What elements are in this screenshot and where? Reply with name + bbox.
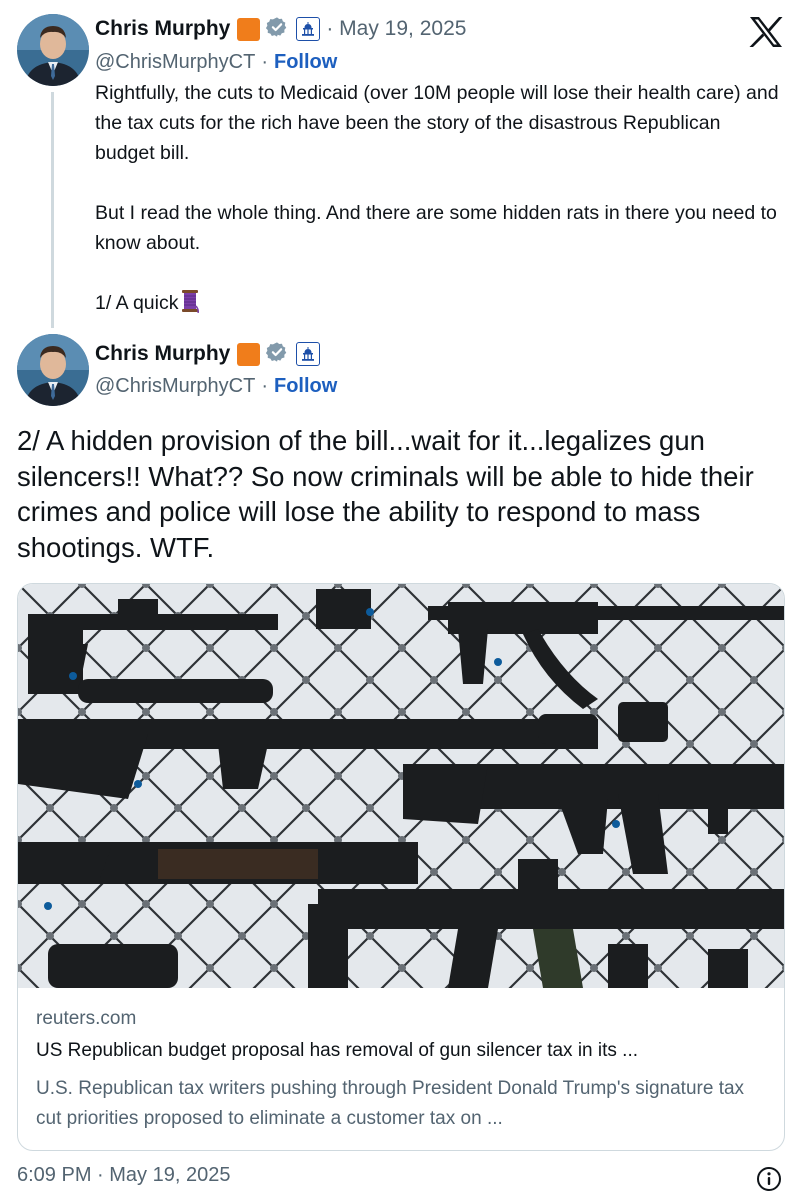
tweet-paragraph: Rightfully, the cuts to Medicaid (over 1… xyxy=(95,82,779,164)
info-icon[interactable] xyxy=(756,1166,782,1192)
capitol-icon xyxy=(296,17,321,41)
post-timestamp[interactable]: 6:09 PM · May 19, 2025 xyxy=(17,1164,230,1187)
affiliation-badge-icon xyxy=(237,17,261,41)
tweet-paragraph-text: 1/ A quick xyxy=(95,292,179,314)
avatar[interactable] xyxy=(17,334,89,406)
verified-badge-icon xyxy=(266,16,288,43)
tweet-text: 2/ A hidden provision of the bill...wait… xyxy=(17,425,754,563)
follow-button[interactable]: Follow xyxy=(274,375,337,398)
tweet-text: Rightfully, the cuts to Medicaid (over 1… xyxy=(95,78,785,318)
avatar[interactable] xyxy=(17,14,89,86)
author-handle[interactable]: @ChrisMurphyCT xyxy=(95,375,255,398)
follow-button[interactable]: Follow xyxy=(274,51,337,74)
author-handle[interactable]: @ChrisMurphyCT xyxy=(95,51,255,74)
author-name[interactable]: Chris Murphy xyxy=(95,17,230,41)
verified-badge-icon xyxy=(266,341,288,368)
capitol-icon xyxy=(296,342,321,366)
author-name[interactable]: Chris Murphy xyxy=(95,342,230,366)
thread-connector-line xyxy=(51,92,54,328)
x-logo-icon[interactable] xyxy=(748,16,784,48)
article-image[interactable] xyxy=(18,584,785,988)
tweet-paragraph: But I read the whole thing. And there ar… xyxy=(95,202,777,254)
card-domain[interactable]: reuters.com xyxy=(36,1008,766,1036)
thread-spool-icon xyxy=(180,289,200,314)
separator: · xyxy=(261,50,268,73)
post-date[interactable]: · May 19, 2025 xyxy=(326,17,466,41)
separator: · xyxy=(261,374,268,397)
tweet-paragraph: 1/ A quick xyxy=(95,288,785,318)
affiliation-badge-icon xyxy=(237,342,261,366)
link-preview-card[interactable]: reuters.com US Republican budget proposa… xyxy=(17,583,785,1151)
card-description[interactable]: U.S. Republican tax writers pushing thro… xyxy=(36,1074,766,1134)
card-title[interactable]: US Republican budget proposal has remova… xyxy=(36,1040,766,1068)
